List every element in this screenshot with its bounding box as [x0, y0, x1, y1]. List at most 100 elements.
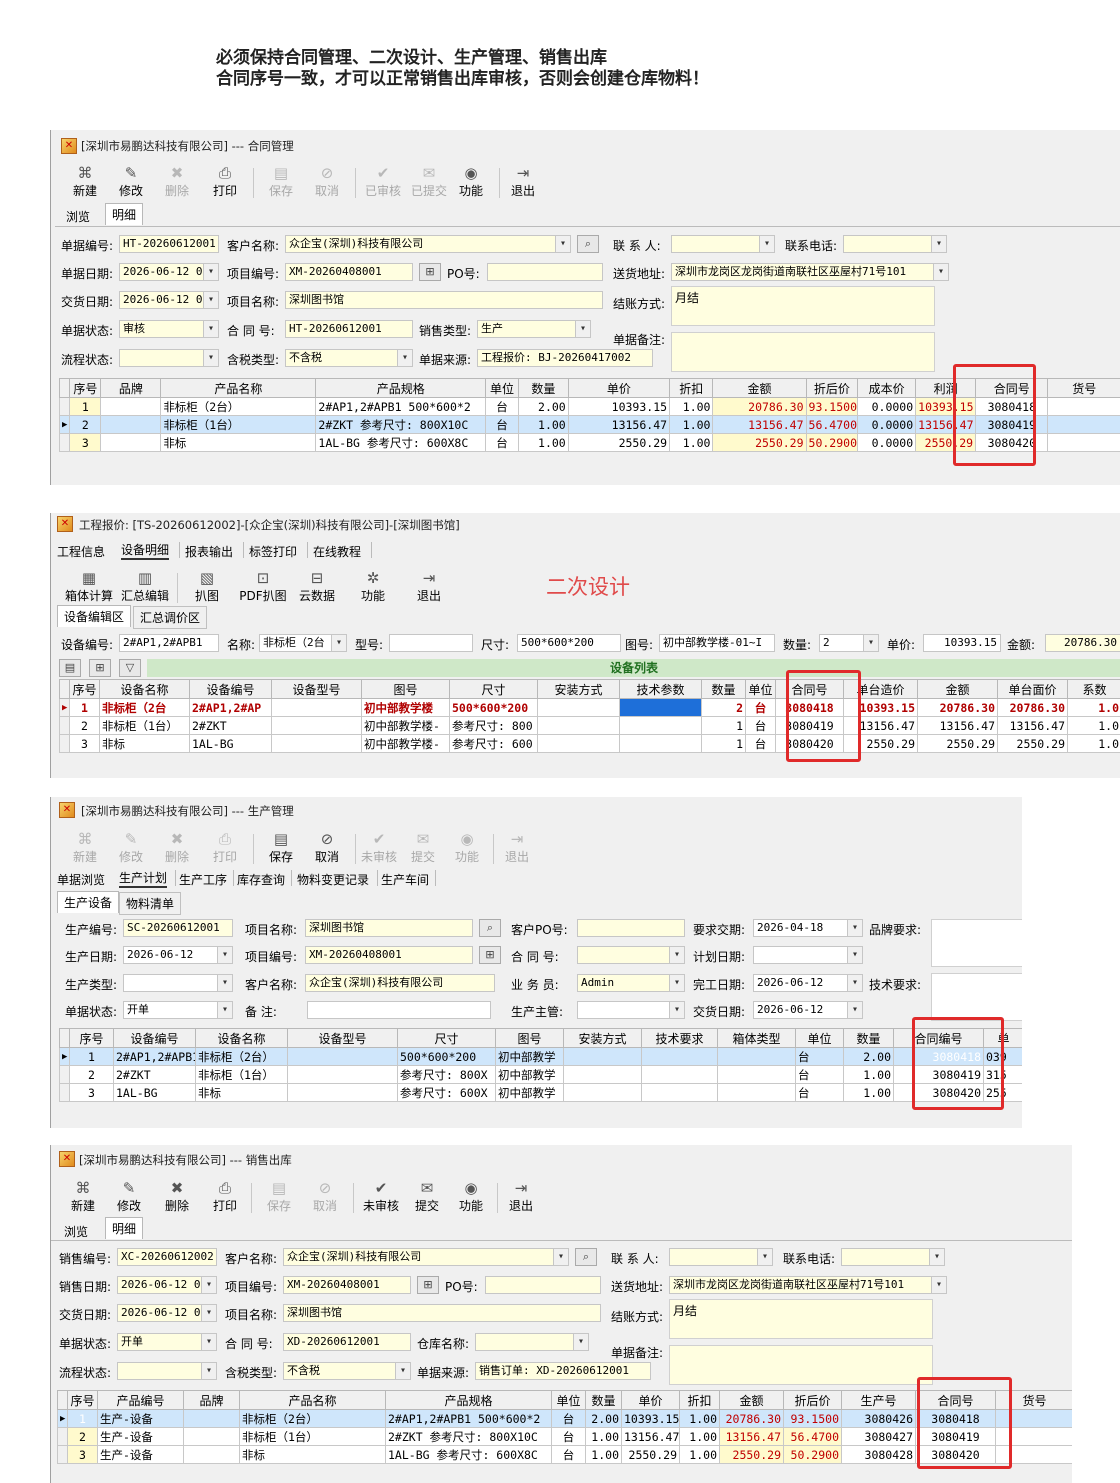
grid-layout-icon[interactable]: ▤: [59, 659, 81, 677]
function-button[interactable]: ◉ 功能: [449, 1179, 493, 1215]
table-row[interactable]: 2 2#ZKT 非标柜（1台） 参考尺寸: 800X 初中部教学 台 1.00 …: [59, 1065, 1022, 1084]
cancel-button[interactable]: ⊘ 取消: [305, 830, 349, 866]
col-header[interactable]: 数量: [518, 378, 569, 398]
remark-field[interactable]: [669, 1345, 933, 1385]
new-button[interactable]: ⌘ 新建: [61, 1179, 105, 1215]
col-header[interactable]: 单价: [567, 378, 671, 398]
submit-button[interactable]: ✉ 提交: [405, 1179, 449, 1215]
col-header[interactable]: 产品名称: [239, 1390, 386, 1410]
col-header[interactable]: 设备名称: [99, 679, 190, 699]
box-calc-button[interactable]: ▦ 箱体计算: [63, 569, 115, 605]
edit-button[interactable]: ✎ 修改: [109, 830, 153, 866]
col-header[interactable]: 技术要求: [641, 1028, 718, 1048]
project-no-field[interactable]: XM-20260408001: [305, 946, 473, 964]
menu-device-detail[interactable]: 设备明细: [121, 541, 170, 560]
col-header[interactable]: 品牌: [183, 1390, 240, 1410]
col-header[interactable]: 安装方式: [563, 1028, 642, 1048]
col-header[interactable]: 尺寸: [397, 1028, 496, 1048]
manager-select[interactable]: [577, 1001, 685, 1019]
submit-button[interactable]: ✉ 提交: [401, 830, 445, 866]
project-name-field[interactable]: 深圳图书馆: [285, 291, 603, 309]
col-header[interactable]: 设备编号: [189, 679, 272, 699]
phone-select[interactable]: [841, 1248, 945, 1266]
col-header[interactable]: 技术参数: [619, 679, 702, 699]
function-button[interactable]: ◉ 功能: [445, 830, 489, 866]
sales-type-select[interactable]: 生产: [477, 320, 591, 338]
doc-no-field[interactable]: HT-20260612001: [119, 235, 219, 253]
col-header[interactable]: 设备型号: [287, 1028, 398, 1048]
tax-select[interactable]: 不含税: [285, 349, 413, 367]
delete-button[interactable]: ✖ 删除: [155, 830, 199, 866]
customer-select[interactable]: 众企宝(深圳)科技有限公司: [283, 1248, 569, 1266]
tax-select[interactable]: 不含税: [283, 1362, 411, 1380]
salesman-select[interactable]: Admin: [577, 974, 685, 992]
table-row[interactable]: 2 非标柜（1台） 2#ZKT 初中部教学楼- 参考尺寸: 800 1 台 30…: [59, 716, 1120, 735]
status-select[interactable]: 开单: [123, 1001, 233, 1019]
col-header[interactable]: 金额: [917, 679, 998, 699]
delivery-field[interactable]: 2026-06-12: [753, 1001, 863, 1019]
col-header[interactable]: 单台面价: [997, 679, 1068, 699]
plan-date-field[interactable]: [753, 946, 863, 964]
cancel-button[interactable]: ⊘ 取消: [305, 164, 349, 200]
col-header[interactable]: 成本价: [857, 378, 917, 398]
approve-button[interactable]: ✔ 未审核: [357, 830, 401, 866]
col-header[interactable]: 序号: [67, 1390, 98, 1410]
search-icon[interactable]: ⌕: [479, 919, 501, 937]
col-header[interactable]: 系数: [1067, 679, 1120, 699]
search-icon[interactable]: ⌕: [577, 235, 599, 253]
print-button[interactable]: ⎙ 打印: [203, 1179, 247, 1215]
submit-button[interactable]: ✉ 已提交: [407, 164, 451, 200]
source-field[interactable]: 销售订单: XD-20260612001: [475, 1362, 651, 1380]
col-header[interactable]: 设备编号: [113, 1028, 196, 1048]
tab-production-equipment[interactable]: 生产设备: [57, 891, 120, 913]
new-button[interactable]: ⌘ 新建: [63, 164, 107, 200]
contract-select[interactable]: [577, 946, 685, 964]
address-select[interactable]: 深圳市龙岗区龙岗街道南联社区巫屋村71号101: [671, 263, 949, 281]
col-header[interactable]: 尺寸: [449, 679, 538, 699]
tab-material-list[interactable]: 物料清单: [119, 892, 182, 915]
col-header[interactable]: 折后价: [805, 378, 859, 398]
col-header[interactable]: 数量: [585, 1390, 622, 1410]
finish-date-field[interactable]: 2026-06-12: [753, 974, 863, 992]
tab-material-change[interactable]: 物料变更记录: [297, 871, 369, 888]
tab-device-edit[interactable]: 设备编辑区: [57, 605, 132, 627]
exit-button[interactable]: ⇥ 退出: [499, 1179, 543, 1215]
tree-icon[interactable]: ⊞: [419, 263, 441, 281]
contract-no-field[interactable]: XD-20260612001: [283, 1333, 411, 1351]
col-header[interactable]: 单位: [551, 1390, 586, 1410]
col-header[interactable]: 序号: [69, 679, 100, 699]
col-header[interactable]: 单位: [485, 378, 520, 398]
project-name-field[interactable]: 深圳图书馆: [305, 919, 473, 937]
exit-button[interactable]: ⇥ 退出: [407, 569, 451, 605]
col-header[interactable]: 货号: [1047, 378, 1120, 398]
customer-po-field[interactable]: [577, 919, 685, 937]
col-header[interactable]: 数量: [843, 1028, 894, 1048]
col-header[interactable]: 折扣: [669, 378, 714, 398]
settle-field[interactable]: 月结: [671, 286, 935, 326]
pdf-grab-button[interactable]: ⊡ PDF扒图: [235, 569, 291, 605]
col-header[interactable]: 数量: [701, 679, 746, 699]
col-header[interactable]: 图号: [361, 679, 450, 699]
warehouse-select[interactable]: [475, 1333, 589, 1351]
req-date-field[interactable]: 2026-04-18: [753, 919, 863, 937]
tab-doc-browse[interactable]: 单据浏览: [57, 871, 105, 888]
project-name-field[interactable]: 深圳图书馆: [283, 1304, 601, 1322]
brand-req-field[interactable]: [931, 919, 1022, 967]
tab-production-plan[interactable]: 生产计划: [119, 869, 168, 888]
col-header[interactable]: 图号: [495, 1028, 564, 1048]
col-header[interactable]: 单位: [745, 679, 776, 699]
col-header[interactable]: 折后价: [783, 1390, 842, 1410]
filter-icon[interactable]: ▽: [119, 659, 141, 677]
address-select[interactable]: 深圳市龙岗区龙岗街道南联社区巫屋村71号101: [669, 1276, 947, 1294]
prod-type-select[interactable]: [123, 974, 233, 992]
approve-button[interactable]: ✔ 已审核: [361, 164, 405, 200]
table-row[interactable]: 3 1AL-BG 非标 参考尺寸: 600X 初中部教学 台 1.00 3080…: [59, 1083, 1022, 1102]
print-button[interactable]: ⎙ 打印: [203, 164, 247, 200]
col-header[interactable]: 序号: [69, 378, 102, 398]
contract-no-field[interactable]: HT-20260612001: [285, 320, 413, 338]
summary-edit-button[interactable]: ▥ 汇总编辑: [119, 569, 171, 605]
device-name-select[interactable]: 非标柜（2台: [259, 634, 347, 652]
customer-field[interactable]: 众企宝(深圳)科技有限公司: [305, 974, 495, 992]
edit-button[interactable]: ✎ 修改: [107, 1179, 151, 1215]
phone-select[interactable]: [843, 235, 947, 253]
